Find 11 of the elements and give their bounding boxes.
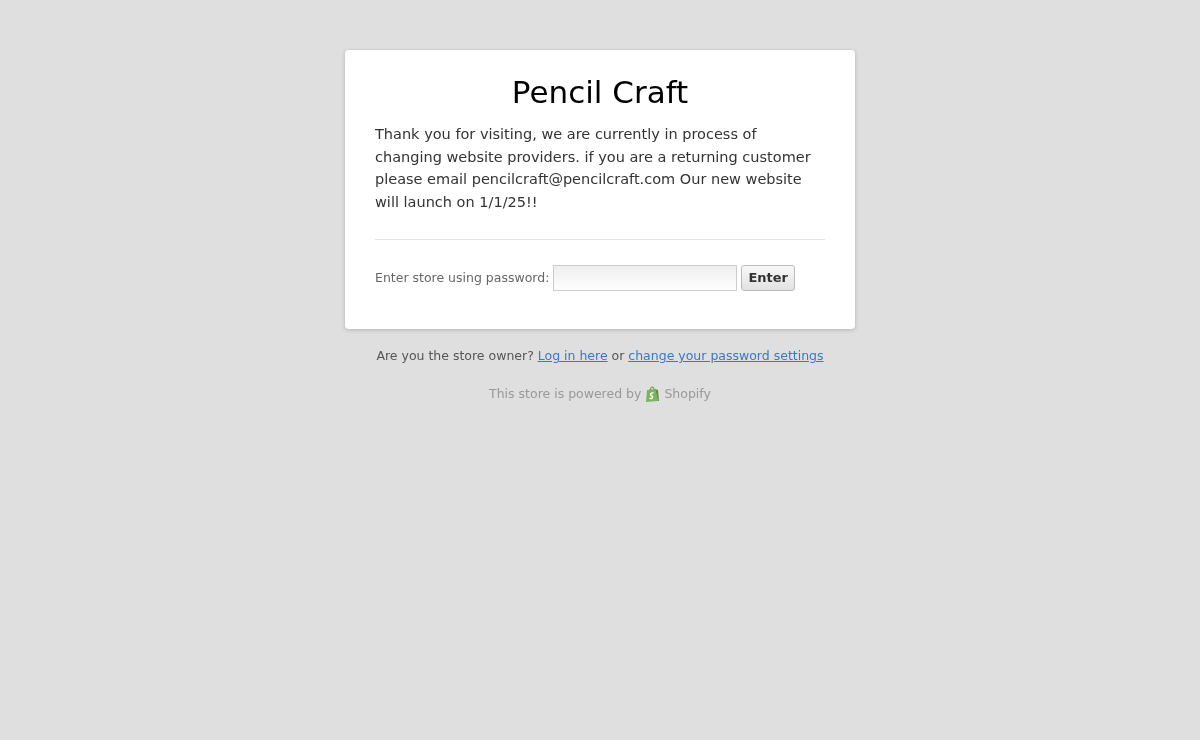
message-text: Thank you for visiting, we are currently in process of changing website providers. if you are a returning customer please email pencilcraft@pencilcraft.com Our new website will launch on 1/1/25!! — [375, 125, 812, 212]
password-settings-link[interactable]: change your password settings — [628, 348, 824, 364]
password-label: Enter store using password: — [375, 268, 550, 287]
shopify-link[interactable]: Shopify — [664, 384, 711, 404]
password-field[interactable] — [553, 265, 738, 292]
powered-text: This store is powered by — [489, 384, 642, 403]
owner-text: Are you the store owner? Log in here or change your password settings — [375, 347, 825, 366]
login-link[interactable]: Log in here — [537, 348, 608, 364]
store-title: Pencil Craft — [510, 74, 690, 112]
enter-button[interactable]: Enter — [741, 265, 795, 291]
shopping-bag-icon — [645, 385, 661, 403]
